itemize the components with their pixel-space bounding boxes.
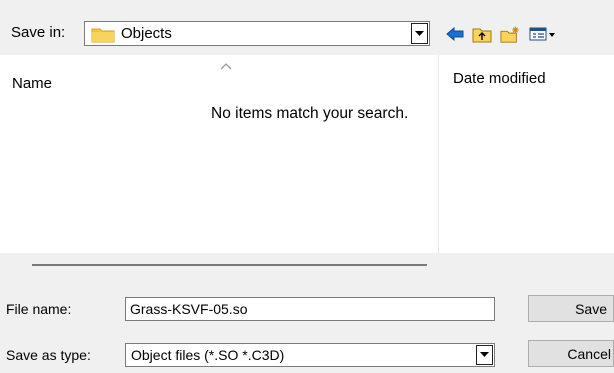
view-menu-icon[interactable] <box>529 24 557 44</box>
save-as-type-value: Object files (*.SO *.C3D) <box>131 347 285 363</box>
save-in-dropdown[interactable]: Objects <box>84 21 430 46</box>
pane-splitter[interactable] <box>32 264 427 266</box>
column-header-name[interactable]: Name <box>12 75 52 92</box>
save-as-type-dropdown[interactable]: Object files (*.SO *.C3D) <box>125 343 495 367</box>
column-divider[interactable] <box>438 55 439 253</box>
file-list[interactable]: Name Date modified No items match your s… <box>0 55 614 253</box>
back-arrow-icon[interactable] <box>445 24 465 44</box>
up-folder-icon[interactable] <box>472 24 492 44</box>
file-name-input[interactable] <box>125 297 495 321</box>
file-name-label: File name: <box>6 301 72 317</box>
save-button[interactable]: Save <box>528 295 614 322</box>
chevron-down-icon[interactable] <box>476 345 493 365</box>
chevron-down-icon[interactable] <box>411 23 428 44</box>
column-header-date-modified[interactable]: Date modified <box>453 70 546 87</box>
folder-icon <box>91 26 115 47</box>
new-folder-icon[interactable] <box>500 24 520 44</box>
empty-list-message: No items match your search. <box>211 105 409 122</box>
sort-ascending-icon <box>220 57 232 74</box>
save-in-label: Save in: <box>11 24 66 41</box>
cancel-button[interactable]: Cancel <box>528 340 614 367</box>
save-as-type-label: Save as type: <box>6 347 91 363</box>
save-in-value: Objects <box>121 25 172 42</box>
